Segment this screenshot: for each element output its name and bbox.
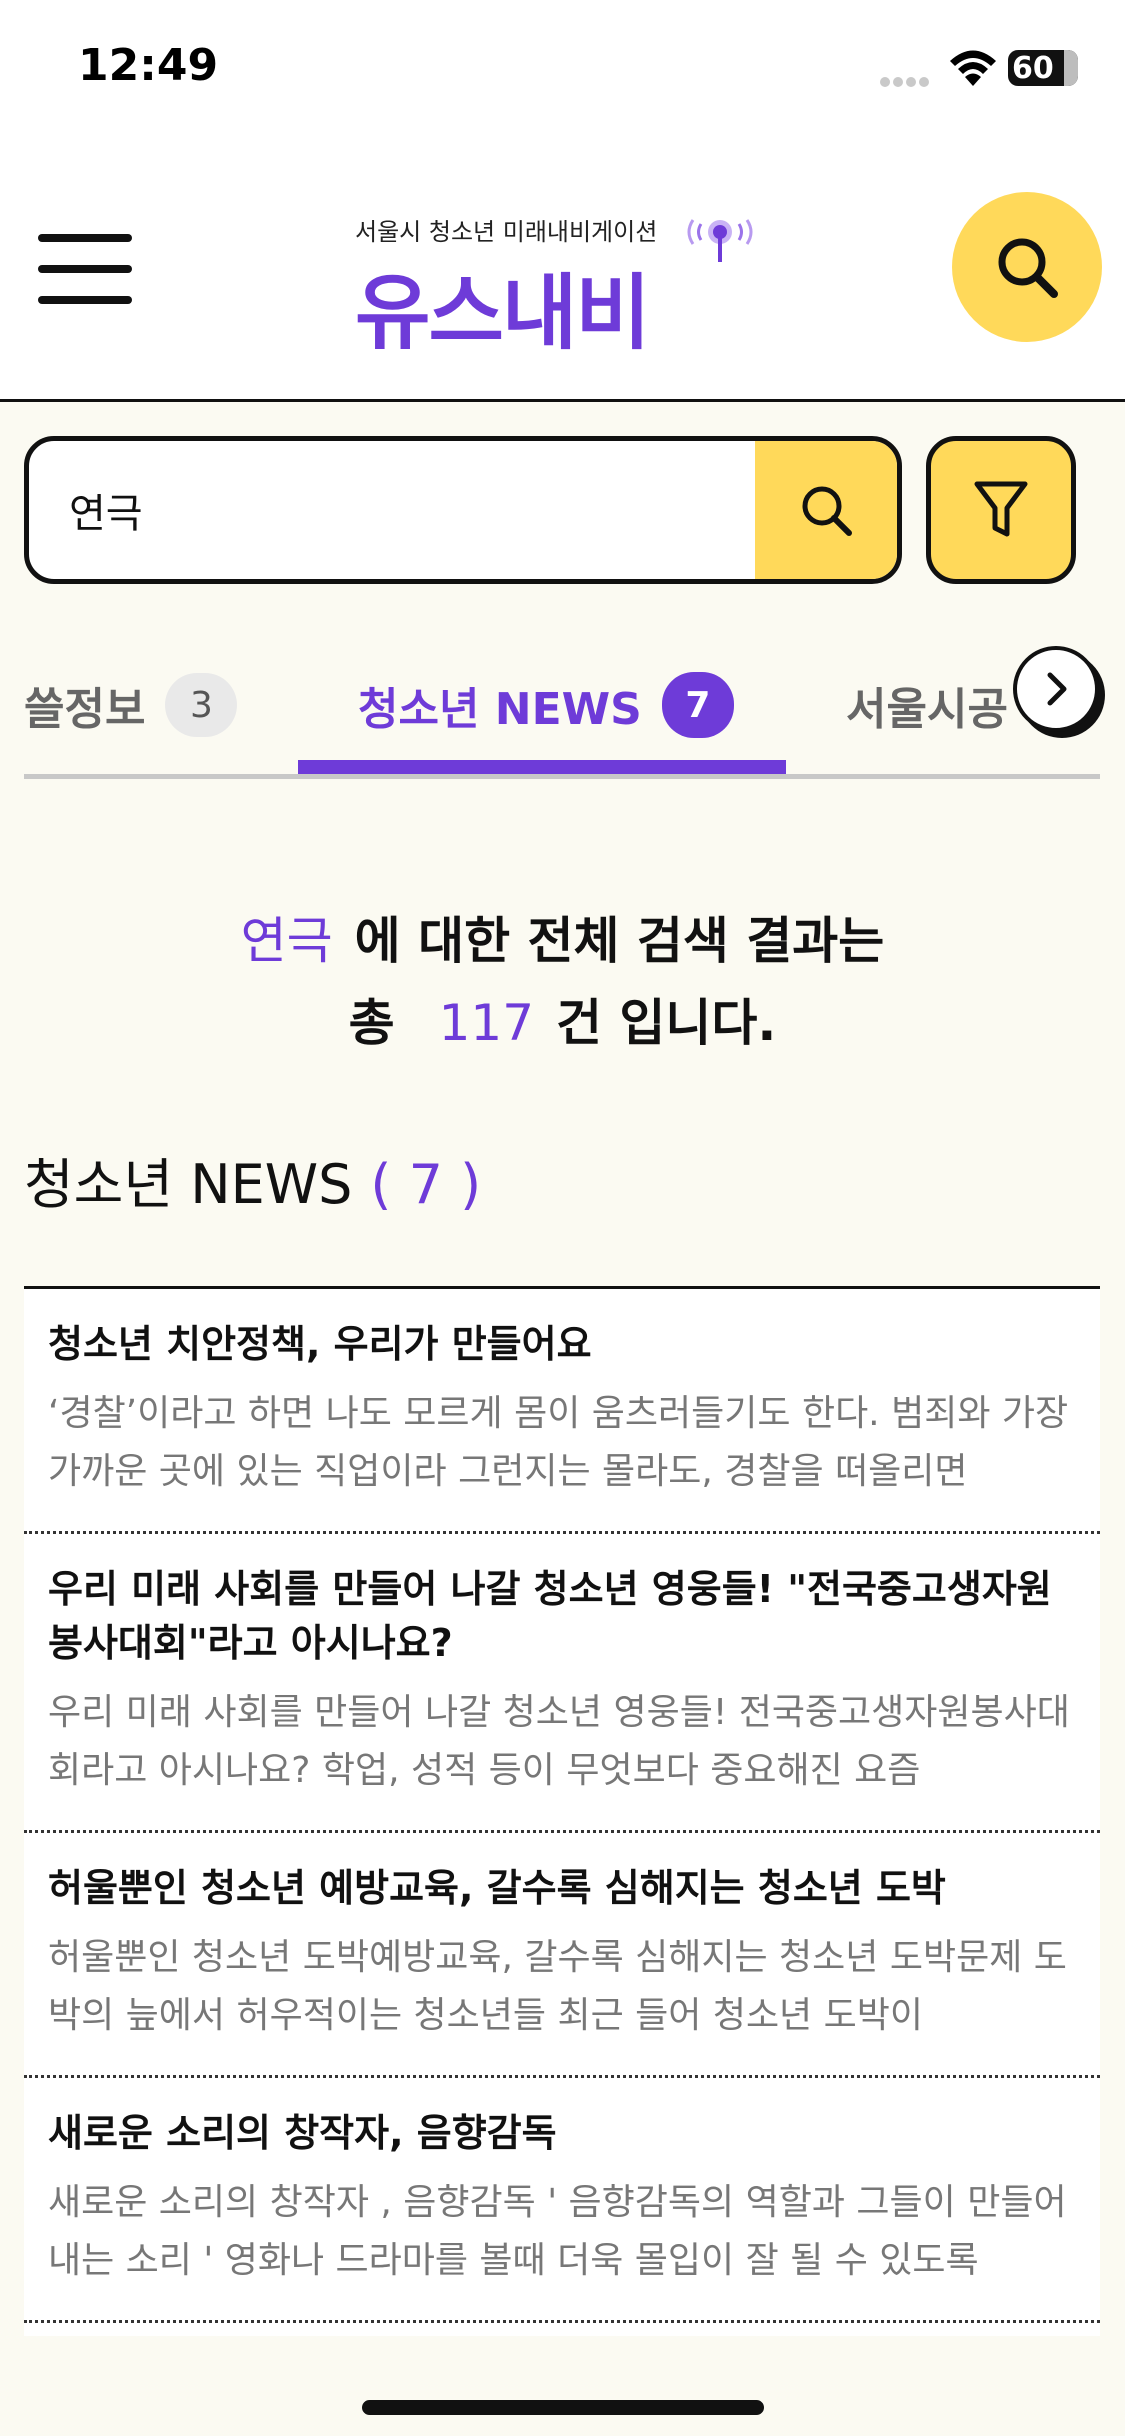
list-item[interactable]: 청소년 치안정책, 우리가 만들어요 ‘경찰’이라고 하면 나도 모르게 몸이 … xyxy=(24,1289,1100,1534)
summary-line-2: 총 117 건 입니다. xyxy=(0,982,1125,1064)
tab-label: 쓸정보 xyxy=(24,684,146,735)
filter-icon xyxy=(974,481,1028,537)
status-bar: 12:49 60 xyxy=(0,0,1125,130)
battery-level: 60 xyxy=(1012,50,1054,86)
tab-count-badge: 7 xyxy=(661,672,734,738)
news-list: 청소년 치안정책, 우리가 만들어요 ‘경찰’이라고 하면 나도 모르게 몸이 … xyxy=(24,1286,1100,2336)
tab-info[interactable]: 쓸정보 3 xyxy=(24,630,238,780)
news-summary: 새로운 소리의 창작자 , 음향감독 ' 음향감독의 역할과 그들이 만들어 내… xyxy=(48,2182,1067,2281)
menu-button[interactable] xyxy=(38,234,132,304)
news-summary: 허울뿐인 청소년 도박예방교육, 갈수록 심해지는 청소년 도박문제 도박의 늪… xyxy=(48,1937,1067,2036)
list-item[interactable]: 우리 미래 사회를 만들어 나갈 청소년 영웅들! "전국중고생자원봉사대회"라… xyxy=(24,1534,1100,1833)
news-title: 허울뿐인 청소년 예방교육, 갈수록 심해지는 청소년 도박 xyxy=(48,1866,946,1910)
hamburger-icon xyxy=(38,234,132,242)
filter-button[interactable] xyxy=(926,436,1076,584)
tab-label: 서울시공 xyxy=(846,684,1008,735)
active-tab-indicator xyxy=(298,760,786,774)
category-tabs: 쓸정보 3 청소년 NEWS 7 서울시공 xyxy=(0,630,1125,780)
app-header: 서울시 청소년 미래내비게이션 유스내비 xyxy=(0,130,1125,402)
home-indicator[interactable] xyxy=(362,2400,764,2415)
wifi-icon xyxy=(950,50,996,86)
search-icon xyxy=(802,486,852,536)
tab-count-badge: 3 xyxy=(165,673,238,737)
news-title: 새로운 소리의 창작자, 음향감독 xyxy=(48,2111,557,2155)
section-count: ( 7 ) xyxy=(370,1153,482,1216)
tab-seoul[interactable]: 서울시공 xyxy=(846,630,1008,780)
result-summary: 연극 에 대한 전체 검색 결과는 총 117 건 입니다. xyxy=(0,900,1125,1064)
chevron-right-icon xyxy=(1047,672,1067,706)
list-item[interactable]: 허울뿐인 청소년 예방교육, 갈수록 심해지는 청소년 도박 허울뿐인 청소년 … xyxy=(24,1833,1100,2078)
search-submit-button[interactable] xyxy=(755,441,897,579)
search-box xyxy=(24,436,902,584)
search-input[interactable] xyxy=(69,441,749,579)
tab-label: 청소년 NEWS xyxy=(358,684,642,735)
news-title: 우리 미래 사회를 만들어 나갈 청소년 영웅들! "전국중고생자원봉사대회"라… xyxy=(48,1567,1052,1665)
cellular-signal-icon xyxy=(880,72,936,87)
summary-prefix: 총 xyxy=(348,994,395,1052)
section-title: 청소년 NEWS ( 7 ) xyxy=(24,1140,481,1219)
battery-icon: 60 xyxy=(1008,50,1078,86)
logo-subtitle: 서울시 청소년 미래내비게이션 xyxy=(355,218,658,246)
search-icon xyxy=(998,238,1058,298)
list-item[interactable]: 새로운 소리의 창작자, 음향감독 새로운 소리의 창작자 , 음향감독 ' 음… xyxy=(24,2078,1100,2323)
news-title: 청소년 치안정책, 우리가 만들어요 xyxy=(48,1322,592,1366)
logo[interactable]: 서울시 청소년 미래내비게이션 유스내비 xyxy=(355,212,755,361)
summary-suffix: 건 입니다. xyxy=(556,994,777,1052)
header-search-button[interactable] xyxy=(952,192,1102,342)
summary-keyword: 연극 xyxy=(240,912,333,970)
tabs-next-button[interactable] xyxy=(1013,646,1099,732)
summary-line-1: 연극 에 대한 전체 검색 결과는 xyxy=(0,900,1125,982)
bottom-safe-area xyxy=(0,2336,1125,2436)
summary-line1-text: 에 대한 전체 검색 결과는 xyxy=(354,912,885,970)
section-title-text: 청소년 NEWS xyxy=(24,1153,353,1216)
news-summary: ‘경찰’이라고 하면 나도 모르게 몸이 움츠러들기도 한다. 범죄와 가장 가… xyxy=(48,1393,1069,1492)
news-summary: 우리 미래 사회를 만들어 나갈 청소년 영웅들! 전국중고생자원봉사대회라고 … xyxy=(48,1692,1070,1791)
logo-title: 유스내비 xyxy=(355,266,651,361)
summary-total: 117 xyxy=(438,994,535,1052)
antenna-icon xyxy=(687,219,753,262)
tab-youth-news[interactable]: 청소년 NEWS 7 xyxy=(358,630,734,780)
status-time: 12:49 xyxy=(78,40,219,91)
